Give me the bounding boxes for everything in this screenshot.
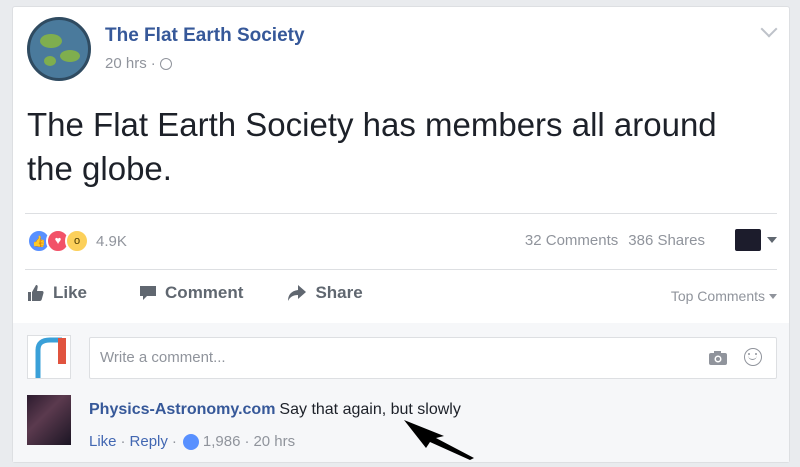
wow-reaction-icon: o <box>65 229 89 253</box>
post-card: The Flat Earth Society 20 hrs · The Flat… <box>12 6 790 463</box>
post-options-chevron-icon[interactable] <box>760 20 778 38</box>
comment-time[interactable]: 20 hrs <box>253 433 295 450</box>
profile-thumbnail <box>735 229 761 251</box>
post-meta: 20 hrs · <box>105 55 172 72</box>
reactions-summary[interactable]: 👍 ♥ o 4.9K <box>27 229 127 253</box>
engagement-counts: 32 Comments 386 Shares <box>525 232 705 249</box>
comments-count[interactable]: 32 Comments <box>525 232 618 249</box>
divider <box>25 213 777 214</box>
divider <box>25 269 777 270</box>
comment-input-placeholder[interactable]: Write a comment... <box>100 349 226 366</box>
camera-icon[interactable] <box>708 350 728 371</box>
my-avatar[interactable] <box>27 335 71 379</box>
reaction-as-selector[interactable] <box>735 229 777 251</box>
shares-count[interactable]: 386 Shares <box>628 232 705 249</box>
emoji-icon[interactable] <box>744 348 762 366</box>
comment-button[interactable]: Comment <box>139 283 243 303</box>
comment-author[interactable]: Physics-Astronomy.com <box>89 401 275 418</box>
page-name[interactable]: The Flat Earth Society <box>105 25 305 47</box>
comment-reply-link[interactable]: Reply <box>130 433 168 450</box>
caret-down-icon <box>767 237 777 243</box>
like-badge-icon <box>182 433 199 450</box>
post-text: The Flat Earth Society has members all a… <box>27 106 717 187</box>
globe-icon <box>159 57 172 70</box>
like-button[interactable]: Like <box>27 283 87 303</box>
thumbs-up-icon <box>28 285 44 301</box>
share-button[interactable]: Share <box>287 283 363 303</box>
caret-down-icon <box>769 293 777 299</box>
comment-composer[interactable]: Write a comment... <box>89 337 777 379</box>
commenter-avatar[interactable] <box>27 395 71 445</box>
comment-bubble-icon <box>140 286 157 300</box>
comment-like-link[interactable]: Like <box>89 433 117 450</box>
comment-meta: Like · Reply · 1,986 · 20 hrs <box>89 433 296 450</box>
share-arrow-icon <box>288 285 307 301</box>
comment-sort-dropdown[interactable]: Top Comments <box>671 288 777 304</box>
page-avatar[interactable] <box>27 17 91 81</box>
comment-like-count[interactable]: 1,986 <box>203 433 241 450</box>
annotation-arrow-icon <box>404 420 474 460</box>
reaction-count: 4.9K <box>96 232 127 250</box>
action-bar: Like Comment Share <box>27 283 363 303</box>
post-time[interactable]: 20 hrs <box>105 55 147 72</box>
user-profile-icon <box>35 337 66 378</box>
